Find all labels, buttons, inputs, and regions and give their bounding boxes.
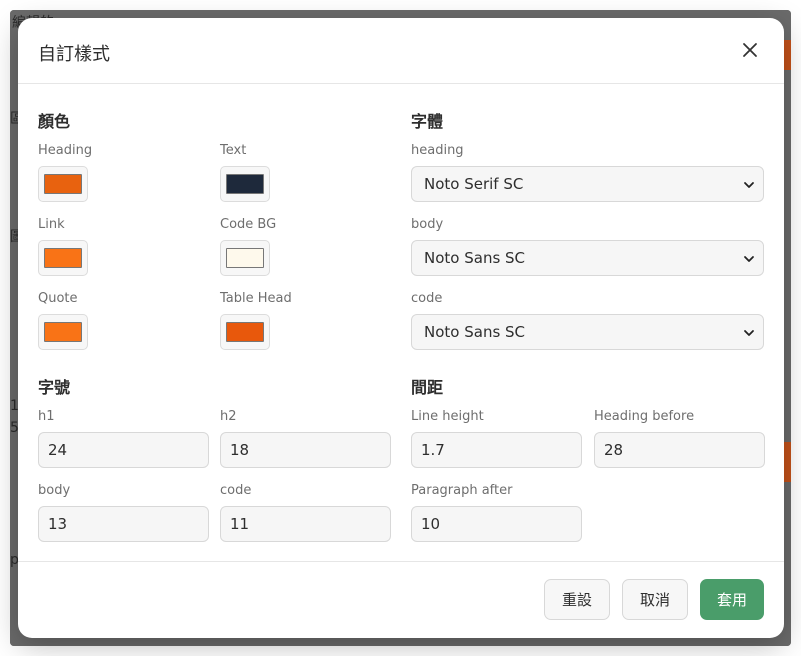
code-bg-color-label: Code BG [220, 217, 277, 232]
chevron-down-icon [744, 182, 754, 188]
code-bg-color-picker[interactable] [220, 240, 270, 276]
body-size-label: body [38, 483, 71, 498]
line-height-value: 1.7 [421, 441, 445, 459]
heading-color-picker[interactable] [38, 166, 88, 202]
heading-font-label: heading [411, 143, 464, 158]
color-chip [44, 322, 82, 342]
sizes-section-title: 字號 [38, 378, 71, 397]
paragraph-after-value: 10 [421, 515, 441, 533]
body-font-value: Noto Sans SC [424, 249, 526, 267]
line-height-input[interactable]: 1.7 [411, 432, 582, 468]
color-chip [226, 174, 264, 194]
color-chip [44, 174, 82, 194]
close-icon [743, 43, 757, 57]
close-button[interactable] [738, 38, 762, 62]
reset-button[interactable]: 重設 [544, 579, 610, 620]
colors-section-title: 顏色 [38, 112, 71, 131]
dialog-footer: 重設 取消 套用 [18, 561, 784, 638]
apply-button[interactable]: 套用 [700, 579, 764, 620]
table-head-color-label: Table Head [220, 291, 292, 306]
chevron-down-icon [744, 330, 754, 336]
color-chip [226, 322, 264, 342]
link-color-picker[interactable] [38, 240, 88, 276]
dialog-title: 自訂樣式 [38, 44, 110, 65]
heading-before-input[interactable]: 28 [594, 432, 765, 468]
heading-before-label: Heading before [594, 409, 695, 424]
text-color-picker[interactable] [220, 166, 270, 202]
dialog-header: 自訂樣式 [18, 18, 784, 84]
body-size-input[interactable]: 13 [38, 506, 209, 542]
quote-color-label: Quote [38, 291, 78, 306]
color-chip [44, 248, 82, 268]
h1-size-input[interactable]: 24 [38, 432, 209, 468]
code-size-input[interactable]: 11 [220, 506, 391, 542]
heading-font-value: Noto Serif SC [424, 175, 524, 193]
heading-color-label: Heading [38, 143, 93, 158]
quote-color-picker[interactable] [38, 314, 88, 350]
heading-before-value: 28 [604, 441, 624, 459]
color-chip [226, 248, 264, 268]
h2-size-input[interactable]: 18 [220, 432, 391, 468]
body-font-select[interactable]: Noto Sans SC [411, 240, 764, 276]
text-color-label: Text [220, 143, 247, 158]
chevron-down-icon [744, 256, 754, 262]
paragraph-after-input[interactable]: 10 [411, 506, 582, 542]
line-height-label: Line height [411, 409, 484, 424]
fonts-section-title: 字體 [411, 112, 444, 131]
cancel-button[interactable]: 取消 [622, 579, 688, 620]
paragraph-after-label: Paragraph after [411, 483, 513, 498]
code-size-value: 11 [230, 515, 250, 533]
code-size-label: code [220, 483, 252, 498]
custom-style-dialog: 自訂樣式 顏色 Heading Text Link Code BG Quote … [18, 18, 784, 638]
link-color-label: Link [38, 217, 65, 232]
heading-font-select[interactable]: Noto Serif SC [411, 166, 764, 202]
body-size-value: 13 [48, 515, 68, 533]
h1-size-label: h1 [38, 409, 55, 424]
spacing-section-title: 間距 [411, 378, 444, 397]
h2-size-label: h2 [220, 409, 237, 424]
h1-size-value: 24 [48, 441, 68, 459]
code-font-select[interactable]: Noto Sans SC [411, 314, 764, 350]
body-font-label: body [411, 217, 444, 232]
code-font-label: code [411, 291, 443, 306]
h2-size-value: 18 [230, 441, 250, 459]
table-head-color-picker[interactable] [220, 314, 270, 350]
code-font-value: Noto Sans SC [424, 323, 526, 341]
